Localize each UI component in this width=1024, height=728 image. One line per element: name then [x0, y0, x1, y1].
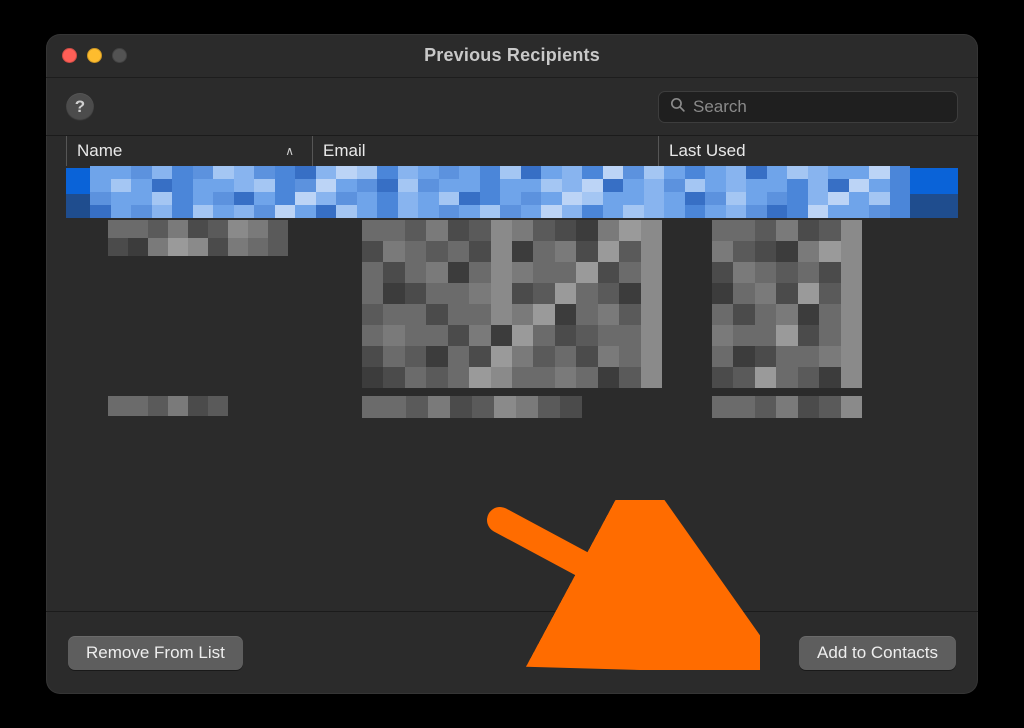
redacted-content [712, 220, 862, 390]
footer: Remove From List Add to Contacts [46, 612, 978, 694]
redacted-content [362, 396, 582, 418]
recipients-table[interactable] [46, 166, 978, 612]
column-header-last-used[interactable]: Last Used [658, 136, 958, 166]
search-icon [669, 96, 693, 118]
remove-from-list-button[interactable]: Remove From List [68, 636, 243, 670]
redacted-content [90, 166, 910, 218]
table-header: Name ∧ Email Last Used [46, 136, 978, 166]
column-label: Email [323, 141, 366, 161]
help-button[interactable]: ? [66, 93, 94, 121]
previous-recipients-window: Previous Recipients ? Name ∧ Email Last … [46, 34, 978, 694]
close-window-button[interactable] [62, 48, 77, 63]
column-header-name[interactable]: Name ∧ [66, 136, 312, 166]
sort-ascending-icon: ∧ [285, 144, 302, 158]
zoom-window-button[interactable] [112, 48, 127, 63]
redacted-content [108, 220, 288, 256]
redacted-content [108, 396, 228, 416]
toolbar: ? [46, 78, 978, 136]
column-header-email[interactable]: Email [312, 136, 658, 166]
column-label: Name [77, 141, 122, 161]
redacted-content [712, 396, 862, 418]
titlebar: Previous Recipients [46, 34, 978, 78]
add-to-contacts-button[interactable]: Add to Contacts [799, 636, 956, 670]
search-input[interactable] [693, 97, 947, 117]
minimize-window-button[interactable] [87, 48, 102, 63]
window-title: Previous Recipients [46, 45, 978, 66]
window-controls [62, 48, 127, 63]
column-label: Last Used [669, 141, 746, 161]
search-field[interactable] [658, 91, 958, 123]
redacted-content [362, 220, 662, 390]
